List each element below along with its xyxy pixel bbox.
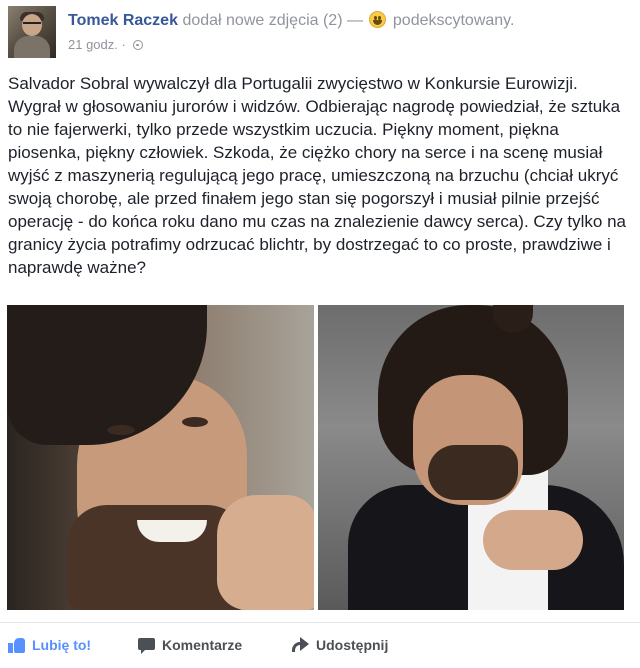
share-icon	[292, 637, 310, 653]
globe-icon[interactable]	[133, 40, 144, 50]
facebook-post: Tomek Raczek dodał nowe zdjęcia (2) — po…	[0, 0, 640, 667]
post-actions: Lubię to! Komentarze Udostępnij	[0, 622, 640, 668]
post-photo-1[interactable]	[7, 305, 314, 610]
comment-label: Komentarze	[162, 637, 243, 653]
comment-icon	[138, 637, 156, 654]
feeling-text: podekscytowany.	[392, 12, 515, 29]
like-button[interactable]: Lubię to!	[8, 637, 91, 653]
post-meta: 21 godz. ·	[68, 37, 144, 52]
like-label: Lubię to!	[32, 637, 92, 653]
avatar[interactable]	[8, 6, 56, 58]
comment-button[interactable]: Komentarze	[138, 637, 243, 654]
post-header: Tomek Raczek dodał nowe zdjęcia (2) — po…	[68, 11, 514, 30]
post-timestamp[interactable]: 21 godz. ·	[68, 37, 126, 52]
post-photo-2[interactable]	[318, 305, 624, 610]
post-text: Salvador Sobral wywalczył dla Portugalii…	[8, 74, 626, 277]
author-name[interactable]: Tomek Raczek	[68, 12, 178, 29]
smile-emoji-icon	[369, 11, 387, 28]
post-action: dodał nowe zdjęcia (2) —	[182, 12, 363, 29]
share-label: Udostępnij	[316, 637, 389, 653]
thumbs-up-icon	[8, 637, 26, 653]
share-button[interactable]: Udostępnij	[292, 637, 388, 653]
